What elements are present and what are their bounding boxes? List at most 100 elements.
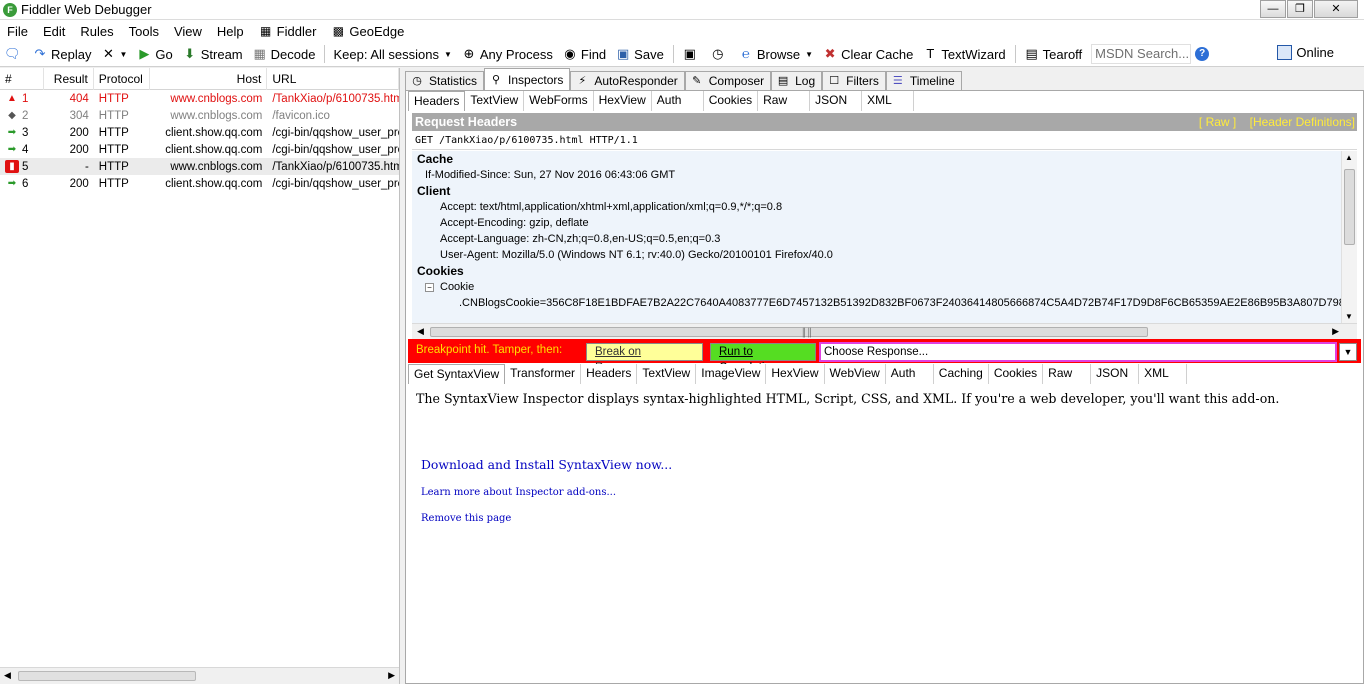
scroll-left-icon[interactable]: ◀	[417, 326, 424, 337]
find-button[interactable]: ◉ Find	[562, 46, 606, 62]
response-tab-transformer[interactable]: Transformer	[505, 364, 582, 384]
response-tab-hexview[interactable]: HexView	[766, 364, 825, 384]
decode-button[interactable]: ▦ Decode	[252, 46, 315, 62]
request-tab-webforms[interactable]: WebForms	[524, 91, 594, 111]
chevron-down-icon[interactable]: ▼	[1339, 343, 1357, 361]
maximize-button[interactable]: ❐	[1287, 0, 1313, 18]
header-user-agent[interactable]: User-Agent: Mozilla/5.0 (Windows NT 6.1;…	[412, 247, 1357, 263]
scroll-right-icon[interactable]: ▶	[1332, 326, 1339, 337]
comment-button[interactable]: 🗨	[4, 46, 23, 62]
tab-timeline[interactable]: ☰ Timeline	[885, 71, 962, 90]
menu-help[interactable]: Help	[217, 24, 244, 39]
request-tab-cookies[interactable]: Cookies	[703, 91, 759, 111]
response-tab-json[interactable]: JSON	[1091, 364, 1140, 384]
choose-response-select[interactable]: Choose Response...	[819, 342, 1337, 362]
timer-button[interactable]: ◷	[710, 46, 729, 62]
header-accept-language[interactable]: Accept-Language: zh-CN,zh;q=0.8,en-US;q=…	[412, 231, 1357, 247]
go-button[interactable]: ▶ Go	[136, 46, 172, 62]
response-tab-cookies[interactable]: Cookies	[988, 364, 1044, 384]
request-tab-headers[interactable]: Headers	[408, 91, 466, 111]
headers-vertical-scrollbar[interactable]: ▲ ▼	[1341, 151, 1357, 323]
menu-fiddler[interactable]: ▦ Fiddler	[259, 24, 316, 39]
break-on-response-button[interactable]: Break on Response	[586, 343, 703, 374]
clear-cache-button[interactable]: ✖ Clear Cache	[822, 46, 914, 62]
collapse-icon[interactable]: −	[425, 283, 434, 292]
close-button[interactable]: ✕	[1314, 0, 1358, 18]
session-row[interactable]: ◆ 2 304 HTTP www.cnblogs.com /favicon.ico	[0, 107, 399, 124]
request-tab-textview[interactable]: TextView	[465, 91, 525, 111]
tab-inspectors[interactable]: ⚲ Inspectors	[484, 68, 571, 90]
header-cookie-node[interactable]: − Cookie	[412, 279, 1357, 295]
tab-composer[interactable]: ✎ Composer	[684, 71, 772, 90]
scroll-left-icon[interactable]: ◀	[4, 670, 11, 681]
msdn-search-input[interactable]: MSDN Search...	[1091, 44, 1192, 64]
request-tab-hexview[interactable]: HexView	[593, 91, 652, 111]
session-number: 5	[22, 160, 29, 173]
cookie-cnblogs[interactable]: .CNBlogsCookie=356C8F18E1BDFAE7B2A22C764…	[412, 295, 1357, 311]
response-tab-auth[interactable]: Auth	[885, 364, 934, 384]
remove-button[interactable]: ✕ ▼	[100, 46, 127, 62]
session-row[interactable]: ➡ 4 200 HTTP client.show.qq.com /cgi-bin/…	[0, 141, 399, 158]
replay-button[interactable]: ↷ Replay	[32, 46, 92, 62]
headers-horizontal-scrollbar[interactable]: ◀ ║║ ▶	[412, 323, 1357, 339]
any-process-button[interactable]: ⊕ Any Process	[461, 46, 552, 62]
scroll-right-icon[interactable]: ▶	[388, 670, 395, 681]
session-row[interactable]: ➡ 6 200 HTTP client.show.qq.com /cgi-bin/…	[0, 175, 399, 192]
menu-geoedge[interactable]: ▩ GeoEdge	[331, 24, 405, 39]
response-tab-webview[interactable]: WebView	[824, 364, 886, 384]
scroll-down-icon[interactable]: ▼	[1345, 312, 1353, 321]
run-to-completion-button[interactable]: Run to Completion	[710, 343, 816, 374]
column-header-result[interactable]: Result	[44, 67, 94, 90]
session-row[interactable]: ➡ 3 200 HTTP client.show.qq.com /cgi-bin/…	[0, 124, 399, 141]
online-status[interactable]: Online	[1277, 45, 1334, 60]
response-tab-get-syntaxview[interactable]: Get SyntaxView	[408, 364, 506, 384]
column-header-number[interactable]: #	[0, 67, 44, 90]
tearoff-button[interactable]: ▤ Tearoff	[1024, 46, 1083, 62]
menu-view[interactable]: View	[174, 24, 202, 39]
menu-rules[interactable]: Rules	[80, 24, 113, 39]
request-tab-raw[interactable]: Raw	[758, 91, 811, 111]
learn-more-link[interactable]: Learn more about Inspector add-ons...	[421, 487, 616, 498]
header-accept[interactable]: Accept: text/html,application/xhtml+xml,…	[412, 199, 1357, 215]
textwizard-button[interactable]: T TextWizard	[922, 46, 1005, 62]
download-syntaxview-link[interactable]: Download and Install SyntaxView now...	[421, 457, 672, 472]
request-tab-xml[interactable]: XML	[862, 91, 915, 111]
header-accept-encoding[interactable]: Accept-Encoding: gzip, deflate	[412, 215, 1357, 231]
tab-autoresponder[interactable]: ⚡ AutoResponder	[570, 71, 685, 90]
menu-file[interactable]: File	[7, 24, 28, 39]
column-header-url[interactable]: URL	[267, 67, 400, 90]
response-tab-textview[interactable]: TextView	[637, 364, 697, 384]
tab-log[interactable]: ▤ Log	[771, 71, 823, 90]
remove-page-link[interactable]: Remove this page	[421, 513, 511, 524]
scrollbar-thumb[interactable]	[1344, 169, 1355, 245]
stream-button[interactable]: ⬇ Stream	[182, 46, 242, 62]
column-header-protocol[interactable]: Protocol	[94, 67, 150, 90]
session-row[interactable]: ▮ 5 - HTTP www.cnblogs.com /TankXiao/p/61…	[0, 158, 399, 175]
tab-filters[interactable]: ☐ Filters	[822, 71, 886, 90]
response-tab-raw[interactable]: Raw	[1043, 364, 1092, 384]
browse-button[interactable]: ℮ Browse ▼	[738, 46, 813, 62]
tab-statistics[interactable]: ◷ Statistics	[405, 71, 485, 90]
help-icon[interactable]: ?	[1195, 47, 1210, 61]
keep-sessions-dropdown[interactable]: Keep: All sessions ▼	[333, 47, 451, 62]
column-header-host[interactable]: Host	[150, 67, 268, 90]
response-tab-caching[interactable]: Caching	[933, 364, 989, 384]
menu-tools[interactable]: Tools	[129, 24, 159, 39]
screenshot-button[interactable]: ▣	[682, 46, 701, 62]
scroll-up-icon[interactable]: ▲	[1345, 153, 1353, 162]
response-tab-imageview[interactable]: ImageView	[696, 364, 767, 384]
save-button[interactable]: ▣ Save	[615, 46, 664, 62]
raw-link[interactable]: [ Raw ]	[1199, 115, 1236, 129]
menu-edit[interactable]: Edit	[43, 24, 65, 39]
header-definitions-link[interactable]: [Header Definitions]	[1250, 115, 1355, 129]
minimize-button[interactable]: —	[1260, 0, 1286, 18]
session-list-scrollbar[interactable]: ◀ ▶	[0, 667, 399, 684]
request-tab-json[interactable]: JSON	[810, 91, 863, 111]
response-tab-headers[interactable]: Headers	[581, 364, 638, 384]
scrollbar-thumb[interactable]	[18, 671, 196, 681]
request-tab-auth[interactable]: Auth	[651, 91, 704, 111]
response-tab-xml[interactable]: XML	[1139, 364, 1188, 384]
session-row[interactable]: ▲ 1 404 HTTP www.cnblogs.com /TankXiao/p/…	[0, 90, 399, 107]
scrollbar-thumb[interactable]: ║║	[430, 327, 1148, 337]
header-if-modified-since[interactable]: If-Modified-Since: Sun, 27 Nov 2016 06:4…	[412, 167, 1357, 183]
